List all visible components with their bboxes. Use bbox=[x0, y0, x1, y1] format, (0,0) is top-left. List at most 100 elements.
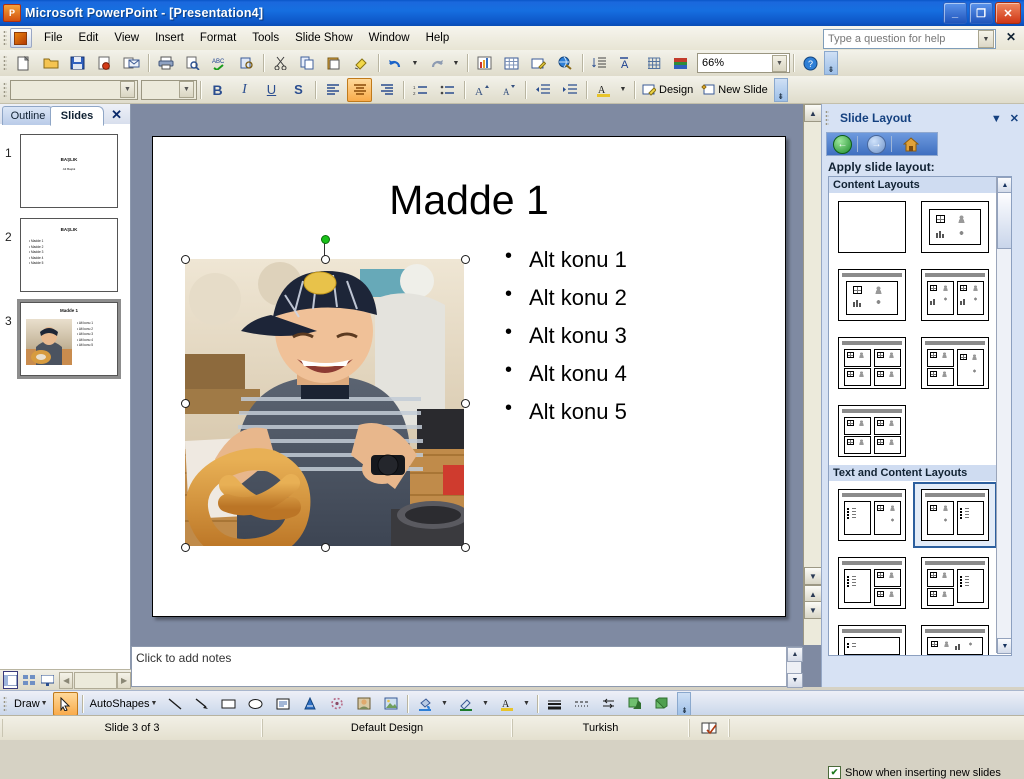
notes-pane[interactable]: Click to add notes ▲ ▼ bbox=[131, 646, 803, 688]
redo-icon[interactable] bbox=[424, 51, 449, 75]
expand-all-icon[interactable] bbox=[587, 51, 612, 75]
chevron-down-icon[interactable]: ▼ bbox=[978, 30, 994, 48]
slide-bullet-list[interactable]: Alt konu 1 Alt konu 2 Alt konu 3 Alt kon… bbox=[501, 245, 751, 437]
font-size-combo[interactable]: ▼ bbox=[141, 79, 197, 100]
layout-title-two-content-and-text[interactable] bbox=[915, 552, 995, 614]
layout-title-and-content-over-text[interactable] bbox=[915, 620, 995, 655]
line-color-dropdown-icon[interactable]: ▼ bbox=[480, 692, 492, 716]
color-grayscale-icon[interactable] bbox=[668, 51, 693, 75]
layout-title-and-content[interactable] bbox=[832, 264, 912, 326]
menu-item-format[interactable]: Format bbox=[192, 29, 244, 47]
scroll-down-icon[interactable]: ▼ bbox=[997, 638, 1011, 654]
chevron-down-icon[interactable]: ▼ bbox=[120, 81, 135, 98]
layout-title-content-and-text[interactable] bbox=[913, 482, 997, 548]
draw-menu-button[interactable]: Draw ▼ bbox=[10, 698, 52, 710]
save-icon[interactable] bbox=[65, 51, 90, 75]
menu-item-view[interactable]: View bbox=[106, 29, 147, 47]
decrease-font-size-button[interactable]: A bbox=[496, 78, 521, 102]
format-painter-icon[interactable] bbox=[349, 51, 374, 75]
slide-picture[interactable] bbox=[181, 235, 470, 561]
italic-button[interactable]: I bbox=[232, 78, 257, 102]
insert-table-icon[interactable] bbox=[499, 51, 524, 75]
scrollbar-thumb[interactable] bbox=[997, 192, 1011, 249]
close-help-box-button[interactable]: ✕ bbox=[1006, 30, 1016, 44]
menu-item-help[interactable]: Help bbox=[418, 29, 458, 47]
resize-handle-sw[interactable] bbox=[181, 543, 190, 552]
show-formatting-icon[interactable]: A bbox=[614, 51, 639, 75]
increase-font-size-button[interactable]: A bbox=[469, 78, 494, 102]
bullets-button[interactable] bbox=[435, 78, 460, 102]
layout-content[interactable] bbox=[915, 196, 995, 258]
toolbar-options-button[interactable]: ⇟ bbox=[824, 51, 838, 75]
fill-color-dropdown-icon[interactable]: ▼ bbox=[439, 692, 451, 716]
spell-check-icon[interactable] bbox=[689, 719, 729, 737]
menu-item-insert[interactable]: Insert bbox=[147, 29, 192, 47]
forward-button[interactable]: → bbox=[865, 134, 888, 154]
slide-sorter-view-button[interactable] bbox=[21, 671, 36, 689]
drawing-toolbar-options-button[interactable]: ⇟ bbox=[677, 691, 692, 716]
task-pane-grip[interactable] bbox=[825, 110, 829, 126]
insert-picture-icon[interactable] bbox=[378, 692, 403, 716]
scroll-up-icon[interactable]: ▲ bbox=[997, 177, 1011, 193]
menu-item-edit[interactable]: Edit bbox=[71, 29, 107, 47]
email-icon[interactable] bbox=[119, 51, 144, 75]
resize-handle-n[interactable] bbox=[321, 255, 330, 264]
resize-handle-ne[interactable] bbox=[461, 255, 470, 264]
text-box-icon[interactable] bbox=[270, 692, 295, 716]
layout-title-and-text-over-content[interactable] bbox=[832, 620, 912, 655]
increase-indent-button[interactable] bbox=[557, 78, 582, 102]
copy-icon[interactable] bbox=[295, 51, 320, 75]
list-item[interactable]: Alt konu 1 bbox=[501, 245, 751, 273]
open-icon[interactable] bbox=[38, 51, 63, 75]
line-style-icon[interactable] bbox=[542, 692, 567, 716]
design-button[interactable]: Design bbox=[638, 84, 697, 96]
fill-color-icon[interactable] bbox=[412, 692, 437, 716]
notes-scrollbar[interactable]: ▲ ▼ bbox=[786, 647, 803, 688]
permission-icon[interactable] bbox=[92, 51, 117, 75]
print-preview-icon[interactable] bbox=[180, 51, 205, 75]
oval-icon[interactable] bbox=[243, 692, 268, 716]
menu-item-tools[interactable]: Tools bbox=[244, 29, 287, 47]
checkbox[interactable]: ✔ bbox=[828, 766, 841, 779]
scroll-down-icon[interactable]: ▼ bbox=[787, 673, 803, 688]
research-icon[interactable] bbox=[234, 51, 259, 75]
line-color-icon[interactable] bbox=[453, 692, 478, 716]
font-color-icon[interactable]: A bbox=[494, 692, 519, 716]
shadow-button[interactable]: S bbox=[286, 78, 311, 102]
insert-hyperlink-icon[interactable] bbox=[553, 51, 578, 75]
menu-item-file[interactable]: File bbox=[36, 29, 71, 47]
next-slide-button[interactable]: ▼ bbox=[804, 601, 822, 619]
layout-title-and-six-content[interactable] bbox=[832, 400, 912, 462]
list-item[interactable]: Alt konu 3 bbox=[501, 321, 751, 349]
new-icon[interactable] bbox=[11, 51, 36, 75]
redo-dropdown-icon[interactable]: ▼ bbox=[451, 51, 463, 75]
new-slide-button[interactable]: New Slide bbox=[697, 84, 772, 96]
dash-style-icon[interactable] bbox=[569, 692, 594, 716]
chevron-down-icon[interactable]: ▼ bbox=[772, 54, 787, 72]
undo-dropdown-icon[interactable]: ▼ bbox=[410, 51, 422, 75]
scroll-up-icon[interactable]: ▲ bbox=[804, 104, 822, 122]
slide-pane-scrollbar[interactable]: ▲ ▼ ▲ ▼ bbox=[803, 104, 822, 645]
home-button[interactable] bbox=[899, 135, 922, 154]
diagram-icon[interactable] bbox=[324, 692, 349, 716]
boy-with-pretzel-photo[interactable] bbox=[185, 259, 469, 561]
rotation-handle[interactable] bbox=[321, 235, 330, 244]
resize-handle-se[interactable] bbox=[461, 543, 470, 552]
slide-show-button[interactable] bbox=[40, 671, 55, 689]
list-item[interactable]: 1 BAŞLIK Alt Başlık bbox=[0, 132, 130, 210]
undo-icon[interactable] bbox=[383, 51, 408, 75]
task-pane-dropdown-icon[interactable]: ▼ bbox=[991, 113, 1002, 125]
slide-canvas[interactable]: Madde 1 Alt konu 1 Alt konu 2 Alt konu 3… bbox=[152, 136, 786, 617]
line-icon[interactable] bbox=[162, 692, 187, 716]
formatting-toolbar-grip[interactable] bbox=[3, 81, 7, 98]
wordart-icon[interactable] bbox=[297, 692, 322, 716]
cut-icon[interactable] bbox=[268, 51, 293, 75]
layout-title-and-four-content[interactable] bbox=[832, 332, 912, 394]
help-icon[interactable]: ? bbox=[798, 51, 823, 75]
standard-toolbar-grip[interactable] bbox=[3, 55, 7, 71]
ask-a-question-box[interactable]: Type a question for help ▼ bbox=[823, 29, 996, 49]
slide-thumbnail-2[interactable]: BAŞLIK Madde 1 Madde 2 Madde 3 Madde 4 M… bbox=[20, 218, 118, 292]
decrease-indent-button[interactable] bbox=[530, 78, 555, 102]
layout-title-and-two-content[interactable] bbox=[915, 264, 995, 326]
layout-blank[interactable] bbox=[832, 196, 912, 258]
